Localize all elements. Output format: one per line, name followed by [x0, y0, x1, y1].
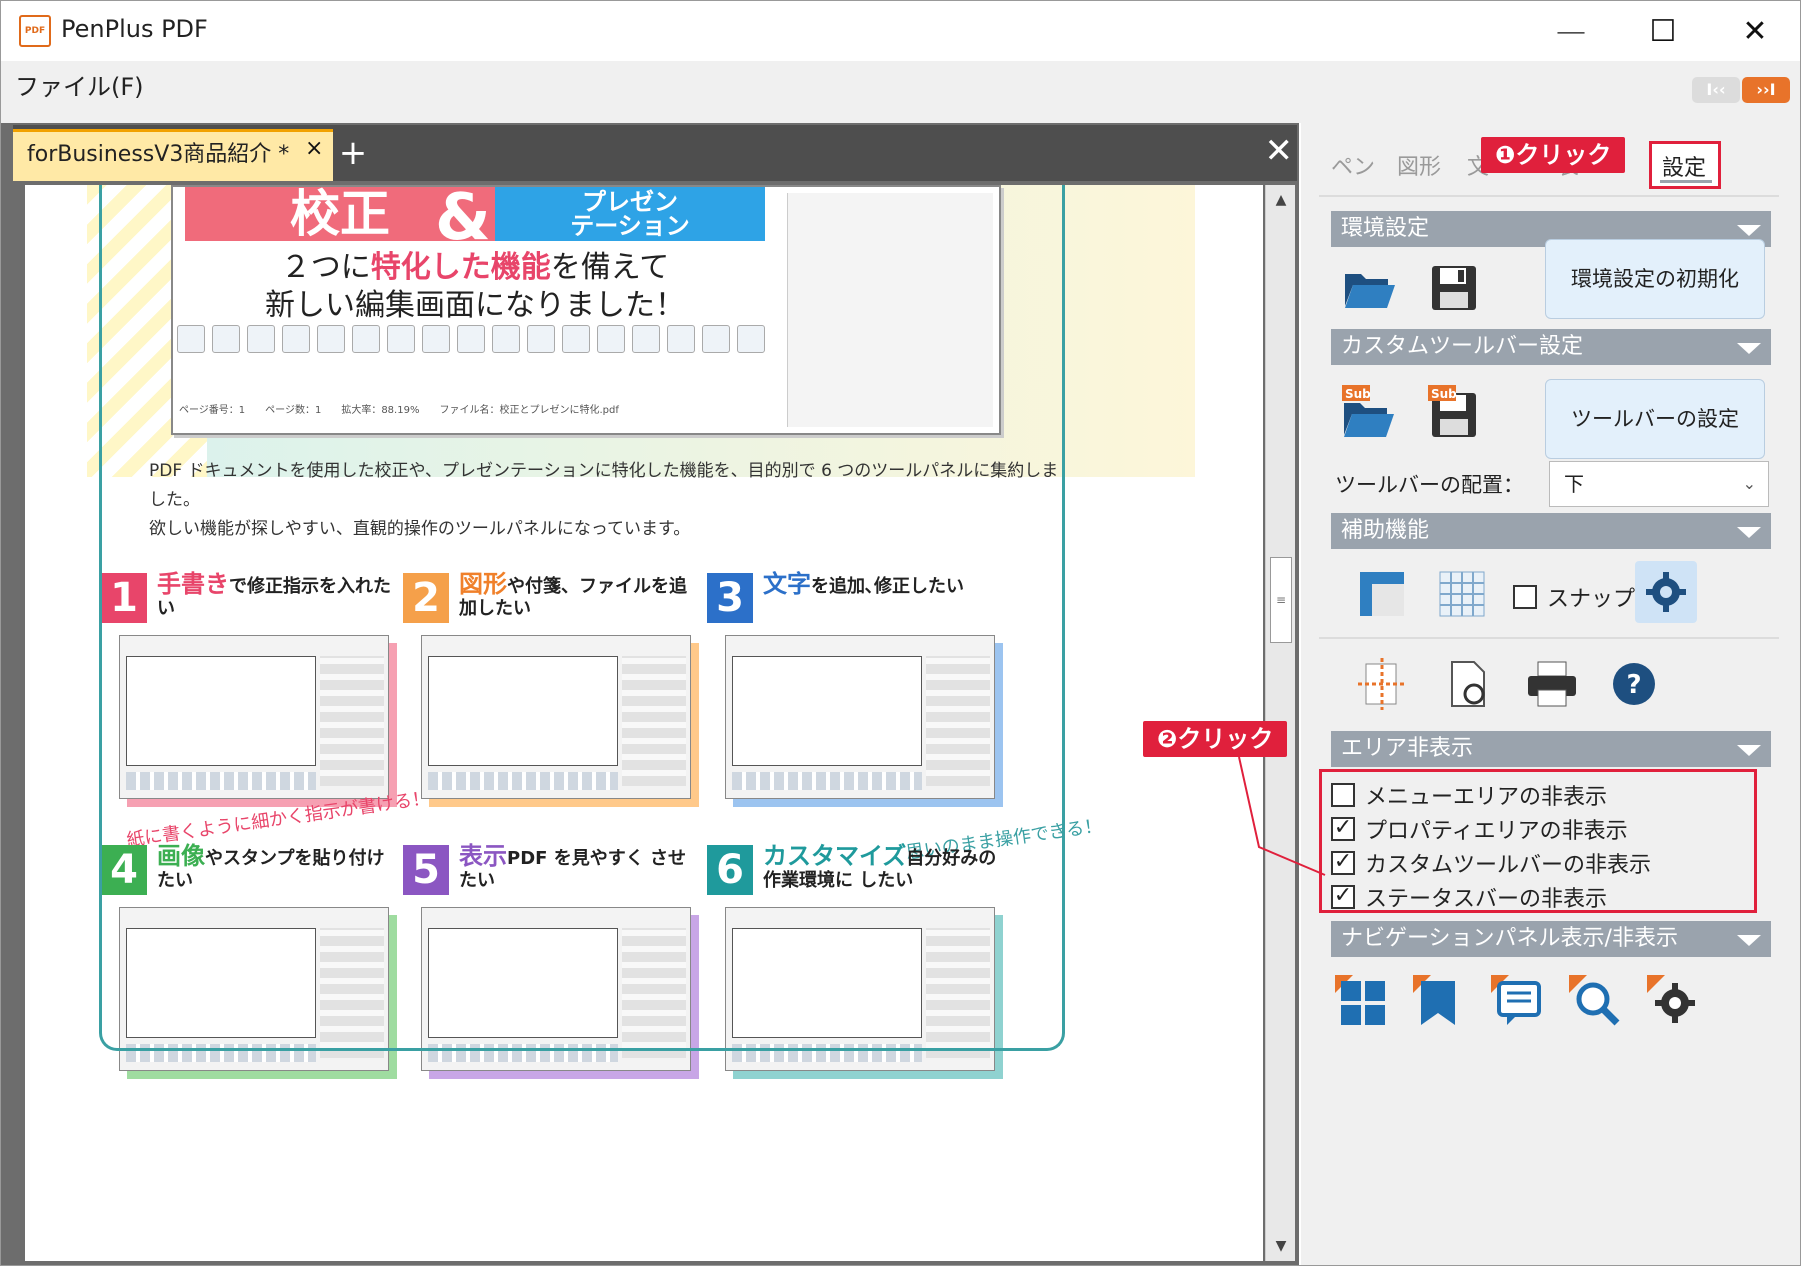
thumbnails-nav-icon[interactable] [1331, 971, 1393, 1033]
toolbar-settings-button[interactable]: ツールバーの設定 [1545, 379, 1765, 459]
panel-collapse-controls: I‹‹ ››I [1692, 77, 1790, 103]
new-tab-button[interactable]: + [335, 135, 371, 175]
callout-connector [1238, 757, 1326, 876]
tab-settings-label: 設定 [1662, 156, 1707, 181]
snap-label: スナップ [1547, 587, 1636, 612]
bookmark-nav-icon[interactable] [1409, 971, 1471, 1033]
toolbar-position-label: ツールバーの配置： [1335, 473, 1524, 497]
hide-custom-toolbar-checkbox[interactable]: ✓ カスタムツールバーの非表示 [1331, 847, 1651, 879]
hide-status-bar-checkbox[interactable]: ✓ ステータスバーの非表示 [1331, 881, 1607, 913]
hide-menu-area-checkbox[interactable]: メニューエリアの非表示 [1331, 779, 1607, 811]
tab-shape[interactable]: 図形 [1397, 149, 1441, 181]
collapse-right-button[interactable]: ››I [1742, 77, 1790, 103]
chevron-down-icon [1737, 343, 1761, 354]
close-document-button[interactable]: ✕ [1265, 133, 1294, 169]
panel-divider [1319, 637, 1779, 639]
section-title: エリア非表示 [1341, 736, 1474, 761]
document-tabstrip: forBusinessV3商品紹介 * × + ✕ [13, 125, 1297, 181]
checkbox-box[interactable]: ✓ [1331, 817, 1355, 841]
document-tab[interactable]: forBusinessV3商品紹介 * × [13, 129, 333, 181]
menu-file[interactable]: ファイル(F) [15, 67, 144, 102]
sub-open-folder-icon[interactable]: Sub [1339, 381, 1401, 443]
svg-text:?: ? [1626, 670, 1641, 700]
section-area-hide[interactable]: エリア非表示 [1331, 731, 1771, 767]
callout-click-1: ❶クリック [1481, 137, 1626, 173]
checkbox-box[interactable] [1331, 783, 1355, 807]
menu-bar: ファイル(F) I‹‹ ››I [1, 61, 1800, 123]
print-icon[interactable] [1521, 653, 1583, 715]
chevron-down-icon [1737, 225, 1761, 236]
section-title: カスタムツールバー設定 [1341, 334, 1584, 359]
comment-nav-icon[interactable] [1487, 971, 1549, 1033]
snap-checkbox-box[interactable] [1513, 585, 1537, 609]
scroll-down-arrow[interactable]: ▼ [1270, 1235, 1292, 1257]
checkbox-label: プロパティエリアの非表示 [1365, 819, 1628, 844]
tab-settings[interactable]: 設定 [1649, 141, 1721, 189]
tab-close-icon[interactable]: × [305, 138, 323, 160]
section-title: 環境設定 [1341, 216, 1430, 241]
snap-checkbox[interactable]: スナップ [1513, 581, 1635, 613]
document-area: forBusinessV3商品紹介 * × + ✕ 校正 & プレゼン テーショ… [1, 123, 1299, 1265]
checkbox-box[interactable]: ✓ [1331, 885, 1355, 909]
sub-save-icon[interactable]: Sub [1423, 381, 1485, 443]
save-icon[interactable] [1423, 257, 1485, 319]
callout-click-2: ❷クリック [1143, 721, 1288, 757]
collapse-left-button[interactable]: I‹‹ [1692, 77, 1740, 103]
toolbar-position-value: 下 [1564, 472, 1584, 496]
sub-badge: Sub [1345, 387, 1371, 401]
open-folder-icon[interactable] [1339, 257, 1401, 319]
hide-property-area-checkbox[interactable]: ✓ プロパティエリアの非表示 [1331, 813, 1628, 845]
section-title: ナビゲーションパネル表示/非表示 [1341, 926, 1678, 951]
checkbox-label: カスタムツールバーの非表示 [1365, 853, 1652, 878]
document-tab-title: forBusinessV3商品紹介 * [27, 142, 290, 167]
scroll-thumb[interactable]: ≡ [1270, 557, 1292, 643]
scroll-up-arrow[interactable]: ▲ [1270, 189, 1292, 211]
section-nav-panel[interactable]: ナビゲーションパネル表示/非表示 [1331, 921, 1771, 957]
settings-nav-icon[interactable] [1643, 971, 1705, 1033]
chevron-down-icon: ⌄ [1742, 474, 1756, 493]
settings-panel: ペン 図形 文 表 設定 ❶クリック 環境設定 環境設定の初期化 カスタムツール… [1143, 123, 1800, 1265]
toolbar-position-select[interactable]: 下 ⌄ [1549, 461, 1769, 507]
page-content-border [99, 185, 1065, 1051]
search-nav-icon[interactable] [1565, 971, 1627, 1033]
gear-icon[interactable] [1635, 561, 1697, 623]
active-tab-underline [1660, 180, 1712, 183]
pdf-page[interactable]: 校正 & プレゼン テーション ２つに特化した機能を備えて 新しい編集画面になり… [25, 185, 1263, 1261]
close-window-button[interactable]: ✕ [1709, 1, 1800, 61]
crop-page-icon[interactable] [1351, 653, 1413, 715]
chevron-down-icon [1737, 745, 1761, 756]
app-window: PDF PenPlus PDF — ☐ ✕ ファイル(F) I‹‹ ››I fo… [0, 0, 1801, 1266]
section-title: 補助機能 [1341, 518, 1430, 543]
checkbox-box[interactable]: ✓ [1331, 851, 1355, 875]
pdf-app-icon: PDF [19, 15, 51, 47]
ruler-icon[interactable] [1351, 563, 1413, 625]
section-assist[interactable]: 補助機能 [1331, 513, 1771, 549]
window-title: PenPlus PDF [61, 15, 208, 43]
page-rotate-icon[interactable] [1437, 653, 1499, 715]
minimize-button[interactable]: — [1525, 1, 1617, 61]
maximize-button[interactable]: ☐ [1617, 1, 1709, 61]
checkbox-label: ステータスバーの非表示 [1365, 887, 1608, 912]
help-icon[interactable]: ? [1603, 653, 1665, 715]
grid-icon[interactable] [1431, 563, 1493, 625]
tab-divider [1319, 195, 1779, 197]
tab-pen[interactable]: ペン [1331, 149, 1375, 181]
section-custom-toolbar[interactable]: カスタムツールバー設定 [1331, 329, 1771, 365]
reset-settings-button[interactable]: 環境設定の初期化 [1545, 239, 1765, 319]
checkbox-label: メニューエリアの非表示 [1365, 785, 1608, 810]
chevron-down-icon [1737, 527, 1761, 538]
title-bar: PDF PenPlus PDF — ☐ ✕ [1, 1, 1800, 61]
chevron-down-icon [1737, 935, 1761, 946]
sub-badge: Sub [1431, 387, 1457, 401]
